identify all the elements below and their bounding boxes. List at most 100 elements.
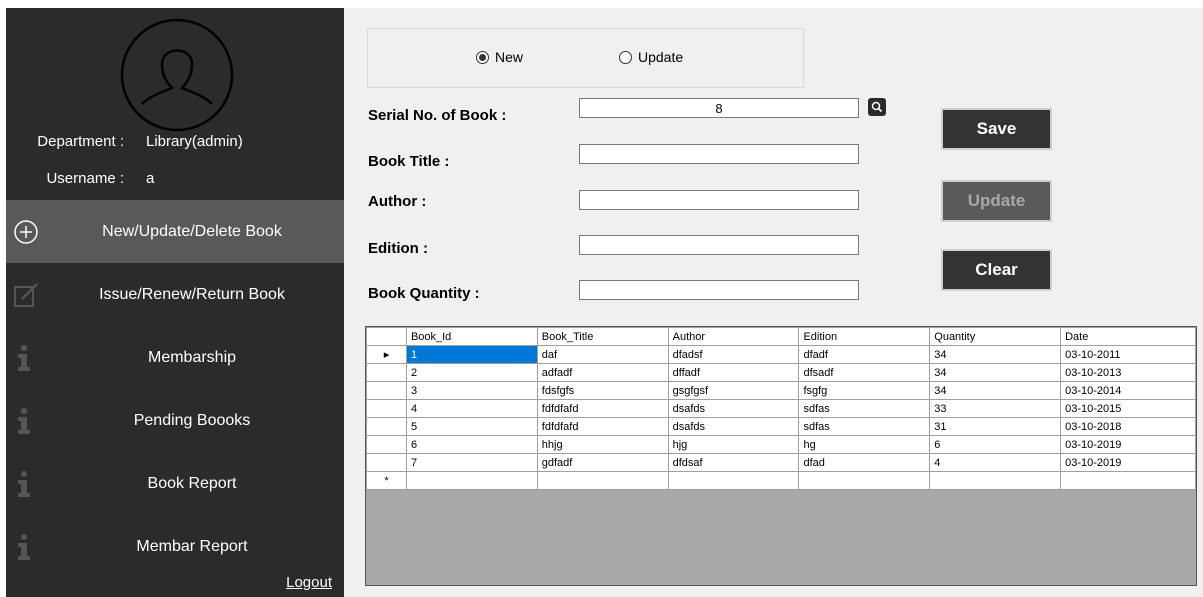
table-cell[interactable]: 03-10-2011	[1060, 345, 1196, 364]
radio-new-label: New	[495, 49, 524, 65]
table-cell[interactable]: 1	[405, 345, 538, 364]
table-cell[interactable]: 4	[929, 453, 1062, 472]
radio-new[interactable]: New	[476, 49, 523, 65]
table-cell[interactable]: 03-10-2018	[1060, 417, 1196, 436]
table-cell[interactable]	[667, 471, 800, 490]
book-title-input[interactable]	[579, 144, 859, 164]
update-button[interactable]: Update	[941, 180, 1052, 222]
nav-item-pending-boooks[interactable]: Pending Boooks	[6, 389, 344, 452]
table-cell[interactable]: fsgfg	[798, 381, 931, 400]
current-row-marker: ▸	[366, 345, 407, 364]
books-grid[interactable]: Book_Id Book_Title Author Edition Quanti…	[365, 326, 1197, 586]
row-header[interactable]	[366, 453, 407, 472]
table-cell[interactable]: 2	[405, 363, 538, 382]
plus-circle-icon	[14, 220, 38, 244]
new-row[interactable]: *	[366, 471, 1196, 490]
table-cell[interactable]	[929, 471, 1062, 490]
table-cell[interactable]: 3	[405, 381, 538, 400]
row-header[interactable]	[366, 363, 407, 382]
table-cell[interactable]: 34	[929, 345, 1062, 364]
nav-item-new-update-delete-book[interactable]: New/Update/Delete Book	[6, 200, 344, 263]
nav-item-book-report[interactable]: Book Report	[6, 452, 344, 515]
edition-input[interactable]	[579, 235, 859, 255]
search-icon	[871, 101, 883, 113]
row-header-corner	[366, 327, 407, 346]
quantity-label: Book Quantity :	[368, 285, 480, 302]
table-row[interactable]: 6 hhjg hjg hg 6 03-10-2019	[366, 435, 1196, 454]
table-cell[interactable]: hg	[798, 435, 931, 454]
row-header[interactable]	[366, 435, 407, 454]
table-cell[interactable]: 6	[405, 435, 538, 454]
table-cell[interactable]: dffadf	[667, 363, 800, 382]
table-cell[interactable]: dfsadf	[798, 363, 931, 382]
table-cell[interactable]: 03-10-2019	[1060, 453, 1196, 472]
table-cell[interactable]: hhjg	[536, 435, 669, 454]
radio-update[interactable]: Update	[619, 49, 683, 65]
search-button[interactable]	[868, 98, 886, 116]
table-cell[interactable]: fdsfgfs	[536, 381, 669, 400]
quantity-input[interactable]	[579, 280, 859, 300]
column-header[interactable]: Book_Id	[405, 327, 538, 346]
row-header[interactable]	[366, 417, 407, 436]
table-cell[interactable]: hjg	[667, 435, 800, 454]
column-header[interactable]: Date	[1060, 327, 1196, 346]
table-cell[interactable]: 03-10-2015	[1060, 399, 1196, 418]
logout-link[interactable]: Logout	[286, 574, 332, 591]
save-button[interactable]: Save	[941, 108, 1052, 150]
table-row[interactable]: 7 gdfadf dfdsaf dfad 4 03-10-2019	[366, 453, 1196, 472]
table-cell[interactable]: 03-10-2019	[1060, 435, 1196, 454]
info-icon	[18, 471, 30, 497]
nav-label: Book Report	[147, 475, 237, 492]
table-cell[interactable]: 03-10-2013	[1060, 363, 1196, 382]
column-header[interactable]: Book_Title	[536, 327, 669, 346]
table-cell[interactable]: 31	[929, 417, 1062, 436]
table-row[interactable]: 5 fdfdfafd dsafds sdfas 31 03-10-2018	[366, 417, 1196, 436]
serial-input[interactable]	[579, 98, 859, 118]
table-cell[interactable]: dfadsf	[667, 345, 800, 364]
table-cell[interactable]: sdfas	[798, 399, 931, 418]
nav-item-membarship[interactable]: Membarship	[6, 326, 344, 389]
table-cell[interactable]: fdfdfafd	[536, 399, 669, 418]
table-cell[interactable]	[405, 471, 538, 490]
table-cell[interactable]: 6	[929, 435, 1062, 454]
author-input[interactable]	[579, 190, 859, 210]
table-row[interactable]: ▸ 1 daf dfadsf dfadf 34 03-10-2011	[366, 345, 1196, 364]
table-cell[interactable]	[536, 471, 669, 490]
table-cell[interactable]: gsgfgsf	[667, 381, 800, 400]
column-header[interactable]: Author	[667, 327, 800, 346]
column-header[interactable]: Quantity	[929, 327, 1062, 346]
table-cell[interactable]: sdfas	[798, 417, 931, 436]
table-row[interactable]: 4 fdfdfafd dsafds sdfas 33 03-10-2015	[366, 399, 1196, 418]
table-row[interactable]: 3 fdsfgfs gsgfgsf fsgfg 34 03-10-2014	[366, 381, 1196, 400]
table-cell[interactable]: 34	[929, 381, 1062, 400]
table-cell[interactable]: daf	[536, 345, 669, 364]
table-cell[interactable]: adfadf	[536, 363, 669, 382]
clear-button[interactable]: Clear	[941, 249, 1052, 291]
nav-item-membar-report[interactable]: Membar Report	[6, 515, 344, 578]
info-icon	[18, 408, 30, 434]
table-cell[interactable]: 03-10-2014	[1060, 381, 1196, 400]
table-cell[interactable]: 4	[405, 399, 538, 418]
table-cell[interactable]: 34	[929, 363, 1062, 382]
row-header[interactable]	[366, 399, 407, 418]
table-cell[interactable]: 33	[929, 399, 1062, 418]
table-row[interactable]: 2 adfadf dffadf dfsadf 34 03-10-2013	[366, 363, 1196, 382]
nav-label: Membarship	[147, 349, 237, 366]
table-cell[interactable]: dfad	[798, 453, 931, 472]
column-header[interactable]: Edition	[798, 327, 931, 346]
mode-panel: New Update	[367, 28, 804, 88]
table-cell[interactable]: dfdsaf	[667, 453, 800, 472]
table-cell[interactable]	[798, 471, 931, 490]
table-cell[interactable]: 7	[405, 453, 538, 472]
row-header[interactable]	[366, 381, 407, 400]
table-cell[interactable]: gdfadf	[536, 453, 669, 472]
nav-label: Membar Report	[136, 538, 248, 555]
table-cell[interactable]: dfadf	[798, 345, 931, 364]
table-cell[interactable]: 5	[405, 417, 538, 436]
nav-label: Issue/Renew/Return Book	[99, 286, 285, 303]
table-cell[interactable]	[1060, 471, 1196, 490]
nav-item-issue-renew-return-book[interactable]: Issue/Renew/Return Book	[6, 263, 344, 326]
table-cell[interactable]: dsafds	[667, 417, 800, 436]
table-cell[interactable]: fdfdfafd	[536, 417, 669, 436]
table-cell[interactable]: dsafds	[667, 399, 800, 418]
